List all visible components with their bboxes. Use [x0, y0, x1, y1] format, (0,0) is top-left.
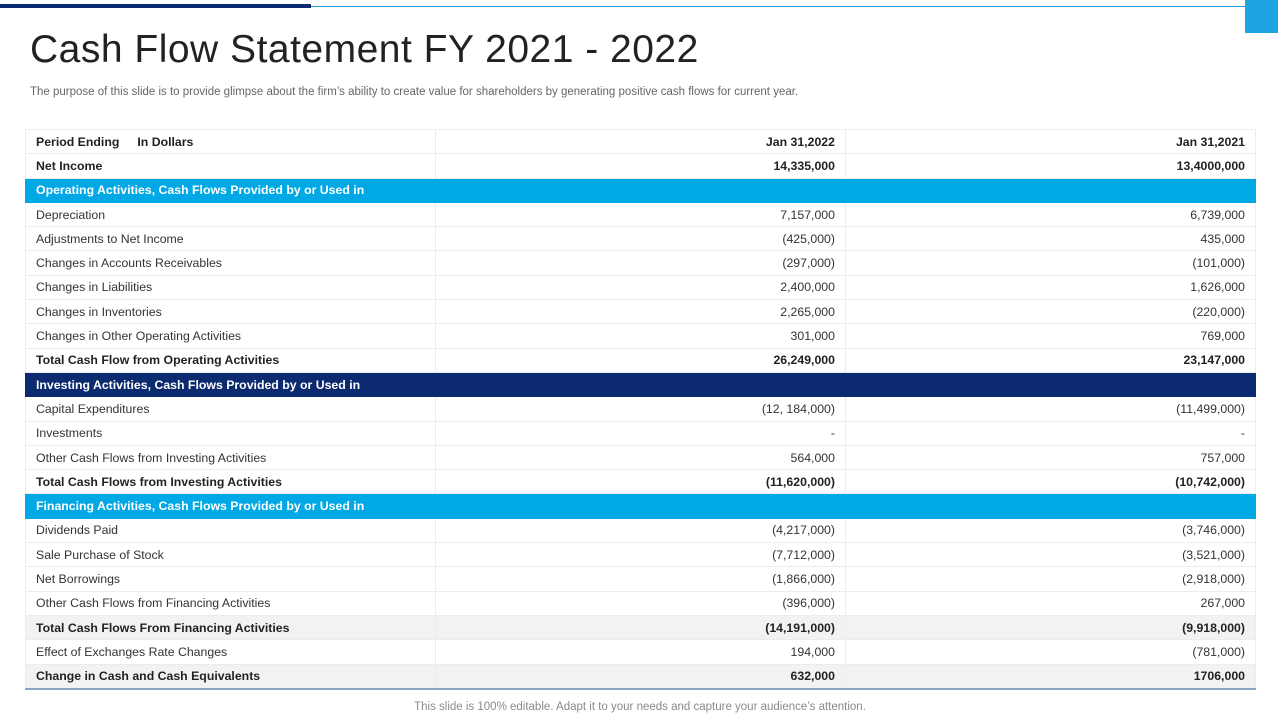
exchange-row: Effect of Exchanges Rate Changes 194,000… — [25, 639, 1257, 665]
row-label: Other Cash Flows from Investing Activiti… — [25, 444, 436, 471]
page-subtitle: The purpose of this slide is to provide … — [30, 86, 799, 98]
row-label: Changes in Accounts Receivables — [25, 250, 436, 276]
row-value-2021: 13,4000,000 — [844, 153, 1257, 179]
row-value-2022: 14,335,000 — [435, 153, 846, 179]
table-row: Changes in Inventories 2,265,000 (220,000) — [25, 299, 1257, 325]
row-value-2021: (10,742,000) — [844, 469, 1257, 495]
row-value-2022: 7,157,000 — [435, 201, 846, 228]
table-row: Changes in Accounts Receivables (297,000)… — [25, 250, 1257, 276]
financing-section-header: Financing Activities, Cash Flows Provide… — [25, 493, 1256, 519]
table-row: Other Cash Flows from Financing Activiti… — [25, 590, 1257, 616]
row-value-2022: (1,866,000) — [435, 566, 846, 592]
financing-total-row: Total Cash Flows From Financing Activiti… — [25, 614, 1257, 641]
row-value-2022: 194,000 — [435, 639, 846, 665]
row-value-2022: (425,000) — [435, 226, 846, 252]
footer-note: This slide is 100% editable. Adapt it to… — [414, 701, 866, 713]
row-value-2022: (7,712,000) — [435, 542, 846, 568]
page-title: Cash Flow Statement FY 2021 - 2022 — [30, 28, 699, 71]
table-row: Capital Expenditures (12, 184,000) (11,499… — [25, 396, 1257, 422]
row-value-2022: 2,265,000 — [435, 299, 846, 325]
table-row: Depreciation 7,157,000 6,739,000 — [25, 201, 1257, 228]
operating-total-row: Total Cash Flow from Operating Activitie… — [25, 347, 1257, 373]
row-value-2021: (3,746,000) — [844, 517, 1257, 544]
table-row: Other Cash Flows from Investing Activiti… — [25, 444, 1257, 471]
section-heading: Financing Activities, Cash Flows Provide… — [25, 493, 1256, 519]
corner-square — [1245, 0, 1278, 33]
row-value-2022: 564,000 — [435, 444, 846, 471]
change-in-cash-row: Change in Cash and Cash Equivalents 632,… — [25, 663, 1257, 690]
header-col-2021: Jan 31,2021 — [844, 128, 1257, 155]
header-period: Period Ending — [36, 134, 120, 149]
row-value-2022: (396,000) — [435, 590, 846, 616]
row-label: Sale Purchase of Stock — [25, 542, 436, 568]
table-row: Dividends Paid (4,217,000) (3,746,000) — [25, 517, 1257, 544]
row-label: Changes in Other Operating Activities — [25, 323, 436, 349]
row-label: Net Income — [25, 153, 436, 179]
row-label: Changes in Inventories — [25, 299, 436, 325]
row-value-2022: 632,000 — [435, 663, 846, 690]
row-value-2022: (14,191,000) — [435, 614, 846, 641]
row-label: Changes in Liabilities — [25, 274, 436, 301]
investing-section-header: Investing Activities, Cash Flows Provide… — [25, 371, 1256, 398]
operating-section-header: Operating Activities, Cash Flows Provide… — [25, 177, 1256, 203]
row-label: Investments — [25, 420, 436, 446]
row-value-2022: (12, 184,000) — [435, 396, 846, 422]
row-label: Dividends Paid — [25, 517, 436, 544]
investing-total-row: Total Cash Flows from Investing Activiti… — [25, 469, 1257, 495]
header-col-2022: Jan 31,2022 — [435, 128, 846, 155]
row-value-2021: 1706,000 — [844, 663, 1257, 690]
row-value-2022: (11,620,000) — [435, 469, 846, 495]
row-value-2021: 6,739,000 — [844, 201, 1257, 228]
net-income-row: Net Income 14,335,000 13,4000,000 — [25, 153, 1257, 179]
row-value-2021: - — [844, 420, 1257, 446]
table-row: Sale Purchase of Stock (7,712,000) (3,521,… — [25, 542, 1257, 568]
row-label: Net Borrowings — [25, 566, 436, 592]
row-value-2022: - — [435, 420, 846, 446]
table-row: Net Borrowings (1,866,000) (2,918,000) — [25, 566, 1257, 592]
row-label: Capital Expenditures — [25, 396, 436, 422]
row-label: Depreciation — [25, 201, 436, 228]
table-row: Changes in Liabilities 2,400,000 1,626,000 — [25, 274, 1257, 301]
row-value-2021: 769,000 — [844, 323, 1257, 349]
row-label: Total Cash Flows from Investing Activiti… — [25, 469, 436, 495]
row-value-2021: (101,000) — [844, 250, 1257, 276]
row-value-2021: 435,000 — [844, 226, 1257, 252]
table-row: Investments - - — [25, 420, 1257, 446]
table-row: Changes in Other Operating Activities 301… — [25, 323, 1257, 349]
row-label: Effect of Exchanges Rate Changes — [25, 639, 436, 665]
row-value-2022: 301,000 — [435, 323, 846, 349]
row-value-2021: 267,000 — [844, 590, 1257, 616]
row-value-2021: 1,626,000 — [844, 274, 1257, 301]
row-value-2021: (781,000) — [844, 639, 1257, 665]
row-value-2021: (3,521,000) — [844, 542, 1257, 568]
section-heading: Investing Activities, Cash Flows Provide… — [25, 371, 1256, 398]
section-heading: Operating Activities, Cash Flows Provide… — [25, 177, 1256, 203]
row-value-2021: (2,918,000) — [844, 566, 1257, 592]
header-accent-bar — [0, 4, 311, 8]
table-row: Adjustments to Net Income (425,000) 435,00… — [25, 226, 1257, 252]
table-header-row: Period Ending In Dollars Jan 31,2022 Jan … — [25, 128, 1257, 155]
row-value-2021: (9,918,000) — [844, 614, 1257, 641]
row-value-2021: (11,499,000) — [844, 396, 1257, 422]
row-label: Adjustments to Net Income — [25, 226, 436, 252]
header-period-cell: Period Ending In Dollars — [25, 128, 436, 155]
row-label: Total Cash Flows From Financing Activiti… — [25, 614, 436, 641]
header-accent-line — [311, 6, 1245, 7]
header-unit: In Dollars — [137, 134, 194, 149]
row-value-2022: (4,217,000) — [435, 517, 846, 544]
row-label: Other Cash Flows from Financing Activiti… — [25, 590, 436, 616]
row-label: Total Cash Flow from Operating Activitie… — [25, 347, 436, 373]
cash-flow-table: Period Ending In Dollars Jan 31,2022 Jan … — [25, 128, 1257, 690]
row-value-2021: 757,000 — [844, 444, 1257, 471]
row-value-2021: (220,000) — [844, 299, 1257, 325]
row-label: Change in Cash and Cash Equivalents — [25, 663, 436, 690]
row-value-2021: 23,147,000 — [844, 347, 1257, 373]
row-value-2022: 2,400,000 — [435, 274, 846, 301]
row-value-2022: (297,000) — [435, 250, 846, 276]
row-value-2022: 26,249,000 — [435, 347, 846, 373]
